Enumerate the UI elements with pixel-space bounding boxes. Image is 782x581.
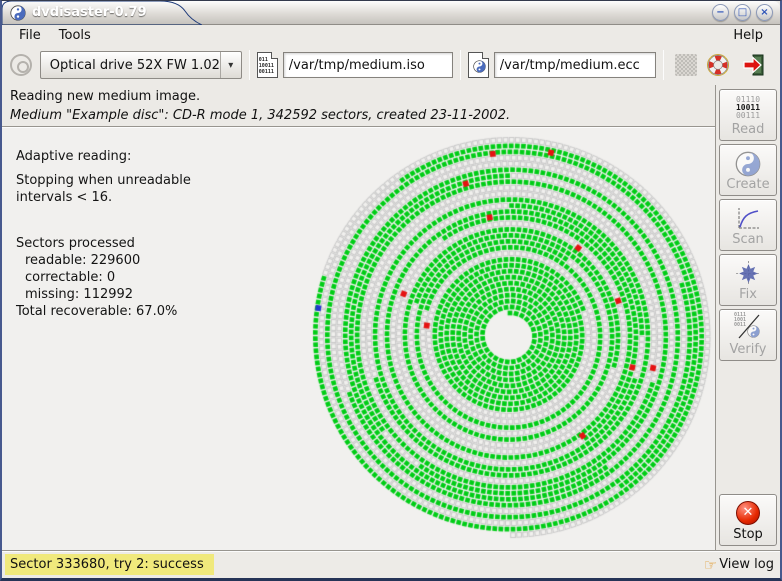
- sectors-readable: readable: 229600: [16, 252, 191, 269]
- view-log-label: View log: [719, 557, 774, 572]
- reading-stats: Adaptive reading: Stopping when unreadab…: [16, 148, 191, 320]
- ecc-path-input[interactable]: [494, 52, 656, 78]
- optical-disc-icon: [10, 54, 32, 76]
- title-bar[interactable]: dvdisaster-0.79 − □ ×: [2, 1, 780, 25]
- medium-info: Medium "Example disc": CD-R mode 1, 3425…: [10, 106, 707, 125]
- menu-file[interactable]: File: [10, 27, 50, 44]
- view-log-button[interactable]: ☞ View log: [704, 557, 774, 572]
- window-body: Reading new medium image. Medium "Exampl…: [2, 85, 780, 550]
- menu-help[interactable]: Help: [724, 27, 772, 44]
- content-column: Reading new medium image. Medium "Exampl…: [2, 85, 716, 550]
- iso-path-input[interactable]: [283, 52, 453, 78]
- sectors-processed-title: Sectors processed: [16, 235, 191, 252]
- iso-file-icon: 011 10011 00111: [257, 52, 278, 78]
- create-button[interactable]: Create: [719, 144, 777, 196]
- drive-select-value: Optical drive 52X FW 1.02: [41, 58, 220, 73]
- app-window: dvdisaster-0.79 − □ × File Tools Help Op…: [0, 0, 782, 581]
- total-recoverable: Total recoverable: 67.0%: [16, 303, 191, 320]
- fix-puzzle-icon: [735, 260, 762, 287]
- scan-button[interactable]: Scan: [719, 199, 777, 251]
- verify-icon: 0111 1001 0011: [733, 313, 763, 341]
- minimize-button[interactable]: −: [712, 4, 729, 21]
- drive-select-dropdown[interactable]: Optical drive 52X FW 1.02 ▾: [40, 51, 242, 79]
- toolbar: Optical drive 52X FW 1.02 ▾ 011 10011 00…: [2, 45, 780, 85]
- read-button[interactable]: 01110 10011 00111 Read: [719, 89, 777, 141]
- toolbar-separator: [460, 50, 461, 80]
- status-bar: Sector 333680, try 2: success ☞ View log: [2, 550, 780, 578]
- menu-bar: File Tools Help: [2, 25, 780, 45]
- toolbar-separator: [249, 50, 250, 80]
- window-title: dvdisaster-0.79: [32, 5, 147, 20]
- stop-condition-line1: Stopping when unreadable: [16, 172, 191, 189]
- app-logo-icon: [10, 5, 26, 21]
- menu-tools[interactable]: Tools: [50, 27, 100, 44]
- hand-pointer-icon: ☞: [704, 558, 717, 572]
- reading-mode-label: Adaptive reading:: [16, 148, 191, 165]
- stop-condition-line2: intervals < 16.: [16, 189, 191, 206]
- action-sidebar: 01110 10011 00111 Read Create Scan: [716, 85, 780, 550]
- sectors-correctable: correctable: 0: [16, 269, 191, 286]
- scan-curve-icon: [735, 205, 762, 232]
- binary-icon: 01110 10011 00111: [736, 96, 760, 120]
- lifebelt-icon: [706, 53, 730, 77]
- ecc-file-icon: [468, 52, 489, 78]
- stop-button[interactable]: ✕ Stop: [719, 494, 777, 546]
- verify-button[interactable]: 0111 1001 0011 Verify: [719, 309, 777, 361]
- toolbar-separator: [663, 50, 664, 80]
- exit-door-icon: [742, 53, 766, 77]
- preferences-icon-disabled: [675, 54, 697, 76]
- action-title: Reading new medium image.: [10, 87, 707, 106]
- quit-button[interactable]: [741, 52, 767, 78]
- maximize-button[interactable]: □: [734, 4, 751, 21]
- fix-button[interactable]: Fix: [719, 254, 777, 306]
- sectors-missing: missing: 112992: [16, 286, 191, 303]
- action-header: Reading new medium image. Medium "Exampl…: [2, 85, 715, 126]
- close-button[interactable]: ×: [756, 4, 773, 21]
- yin-yang-icon: [735, 151, 761, 177]
- stop-icon: ✕: [736, 501, 760, 525]
- chevron-down-icon[interactable]: ▾: [220, 52, 241, 78]
- help-lifebelt-button[interactable]: [706, 52, 732, 78]
- status-message: Sector 333680, try 2: success: [5, 554, 214, 575]
- reading-panel: Adaptive reading: Stopping when unreadab…: [2, 128, 715, 550]
